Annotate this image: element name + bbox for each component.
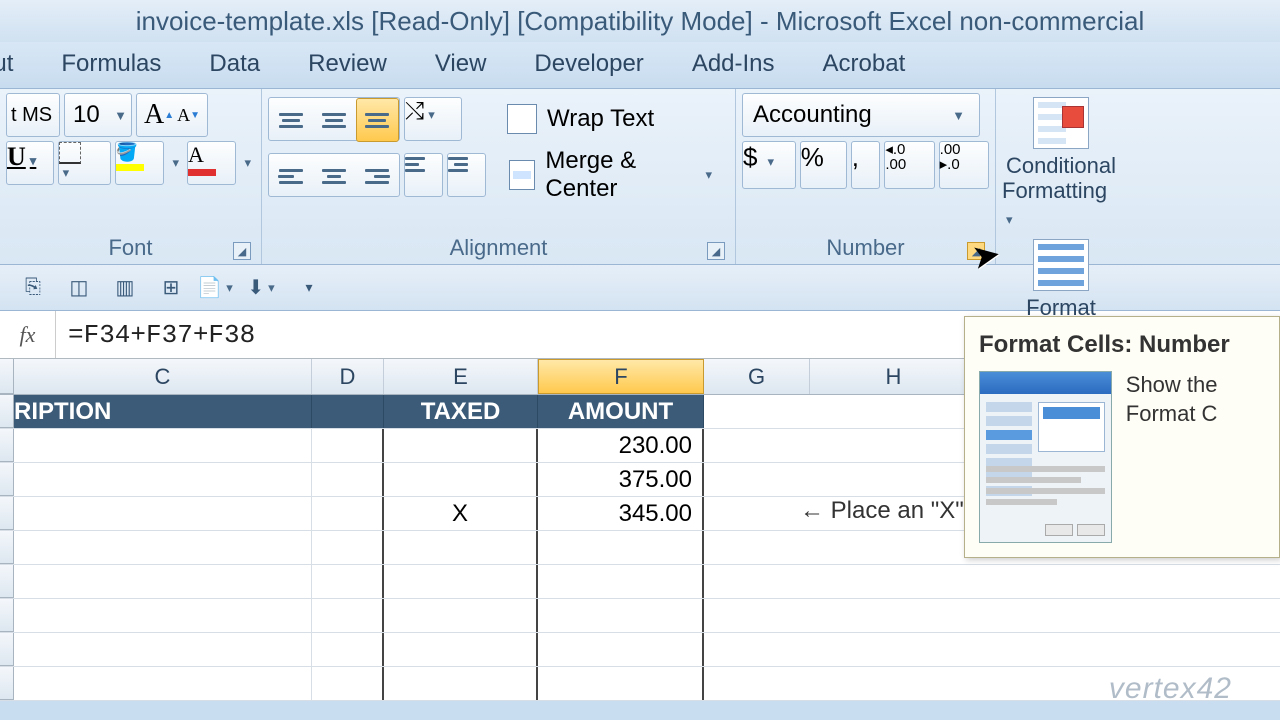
table-row[interactable] — [0, 565, 1280, 599]
align-top-button[interactable] — [269, 98, 312, 142]
format-cells-number-tooltip: Format Cells: Number Show the Format C — [964, 316, 1280, 558]
wrap-text-button[interactable]: Wrap Text — [494, 93, 667, 145]
align-center-button[interactable] — [312, 154, 355, 198]
col-f[interactable]: F — [538, 359, 704, 394]
ribbon-tabs: out Formulas Data Review View Developer … — [0, 42, 1280, 89]
group-font-label: Font — [108, 235, 152, 261]
align-middle-button[interactable] — [312, 98, 355, 142]
align-right-button[interactable] — [356, 154, 399, 198]
qat-btn-4[interactable]: ⊞ — [156, 273, 186, 303]
comma-button[interactable]: , — [851, 141, 881, 189]
decrease-indent-button[interactable] — [404, 153, 443, 197]
orientation-icon: ⤭ — [405, 98, 424, 125]
col-c[interactable]: C — [14, 359, 312, 394]
wrap-text-label: Wrap Text — [547, 105, 654, 133]
tab-view[interactable]: View — [411, 42, 511, 88]
merge-icon — [509, 160, 535, 190]
underline-button[interactable]: U▾ — [6, 141, 54, 185]
qat-btn-2[interactable]: ◫ — [64, 273, 94, 303]
chevron-down-icon: ▼ — [52, 108, 60, 123]
merge-center-button[interactable]: Merge & Center ▾ — [496, 149, 729, 201]
chevron-down-icon: ▾ — [701, 167, 716, 183]
group-styles: Conditional Formatting ▾ Format as Table… — [996, 89, 1280, 264]
conditional-formatting-icon — [1033, 97, 1089, 149]
horizontal-align-buttons — [268, 153, 400, 197]
group-alignment: ⤭▾ Wrap Text Merge & Center ▾ — [262, 89, 736, 264]
tab-data[interactable]: Data — [185, 42, 284, 88]
chevron-down-icon[interactable]: ▾ — [168, 155, 183, 171]
qat-more[interactable]: ▾ — [294, 273, 324, 303]
number-dialog-launcher[interactable]: ◢ — [967, 242, 985, 260]
tab-formulas[interactable]: Formulas — [37, 42, 185, 88]
table-row[interactable] — [0, 633, 1280, 667]
ribbon: t MS ▼ 10 ▼ A▲ A▼ U▾ ▾ 🪣 ▾ — [0, 89, 1280, 265]
select-all-corner[interactable] — [0, 359, 14, 394]
qat-btn-3[interactable]: ▥ — [110, 273, 140, 303]
increase-indent-button[interactable] — [447, 153, 486, 197]
decrease-decimal-button[interactable]: .00▸.0 — [939, 141, 989, 189]
col-g[interactable]: G — [704, 359, 810, 394]
tooltip-preview-image — [979, 371, 1112, 543]
watermark: vertex42 — [1109, 672, 1232, 706]
table-row[interactable] — [0, 599, 1280, 633]
tab-developer[interactable]: Developer — [510, 42, 667, 88]
table-row[interactable] — [0, 667, 1280, 701]
font-color-button[interactable]: A — [187, 141, 237, 185]
bucket-icon: 🪣 — [116, 142, 138, 162]
format-as-table-icon — [1033, 239, 1089, 291]
group-alignment-label: Alignment — [450, 235, 548, 261]
fx-button[interactable]: fx — [0, 311, 56, 358]
number-format-combo[interactable]: Accounting ▼ — [742, 93, 980, 137]
tab-acrobat[interactable]: Acrobat — [799, 42, 930, 88]
fill-color-button[interactable]: 🪣 — [115, 141, 165, 185]
number-format-value: Accounting — [753, 101, 872, 129]
alignment-dialog-launcher[interactable]: ◢ — [707, 242, 725, 260]
chevron-down-icon: ▼ — [948, 108, 969, 123]
grow-font-button[interactable]: A▲ A▼ — [136, 93, 208, 137]
chevron-down-icon[interactable]: ▾ — [240, 155, 255, 171]
font-name-value: t MS — [11, 104, 52, 127]
header-description: RIPTION — [14, 395, 312, 428]
header-amount: AMOUNT — [538, 395, 704, 428]
font-size-combo[interactable]: 10 ▼ — [64, 93, 132, 137]
col-e[interactable]: E — [384, 359, 538, 394]
merge-center-label: Merge & Center — [545, 147, 691, 203]
group-font: t MS ▼ 10 ▼ A▲ A▼ U▾ ▾ 🪣 ▾ — [0, 89, 262, 264]
conditional-formatting-button[interactable]: Conditional Formatting ▾ — [1002, 97, 1120, 229]
wrap-text-icon — [507, 104, 537, 134]
helper-note: ← Place an "X" in — [800, 497, 989, 525]
qat-btn-1[interactable]: ⎘ — [18, 273, 48, 303]
chevron-down-icon: ▼ — [110, 108, 131, 123]
font-name-combo[interactable]: t MS ▼ — [6, 93, 60, 137]
tab-review[interactable]: Review — [284, 42, 411, 88]
accounting-format-button[interactable]: $▾ — [742, 141, 796, 189]
header-taxed: TAXED — [384, 395, 538, 428]
qat-btn-6[interactable]: ⬇▾ — [248, 273, 278, 303]
percent-button[interactable]: % — [800, 141, 847, 189]
window-title: invoice-template.xls [Read-Only] [Compat… — [136, 6, 1145, 37]
group-number-label: Number — [826, 235, 904, 261]
title-bar: invoice-template.xls [Read-Only] [Compat… — [0, 0, 1280, 42]
tab-addins[interactable]: Add-Ins — [668, 42, 799, 88]
tooltip-body: Show the Format C — [1126, 371, 1265, 543]
vertical-align-buttons — [268, 97, 400, 141]
increase-decimal-button[interactable]: ◂.0.00 — [884, 141, 934, 189]
align-left-button[interactable] — [269, 154, 312, 198]
col-d[interactable]: D — [312, 359, 384, 394]
tooltip-title: Format Cells: Number — [979, 331, 1265, 359]
qat-btn-5[interactable]: 📄▾ — [202, 273, 232, 303]
group-number: Accounting ▼ $▾ % , ◂.0.00 .00▸.0 Number… — [736, 89, 996, 264]
align-bottom-button[interactable] — [356, 98, 399, 142]
font-size-value: 10 — [73, 101, 100, 129]
borders-button[interactable]: ▾ — [58, 141, 111, 185]
font-dialog-launcher[interactable]: ◢ — [233, 242, 251, 260]
tab-layout[interactable]: out — [0, 42, 37, 88]
orientation-button[interactable]: ⤭▾ — [404, 97, 462, 141]
col-h[interactable]: H — [810, 359, 978, 394]
